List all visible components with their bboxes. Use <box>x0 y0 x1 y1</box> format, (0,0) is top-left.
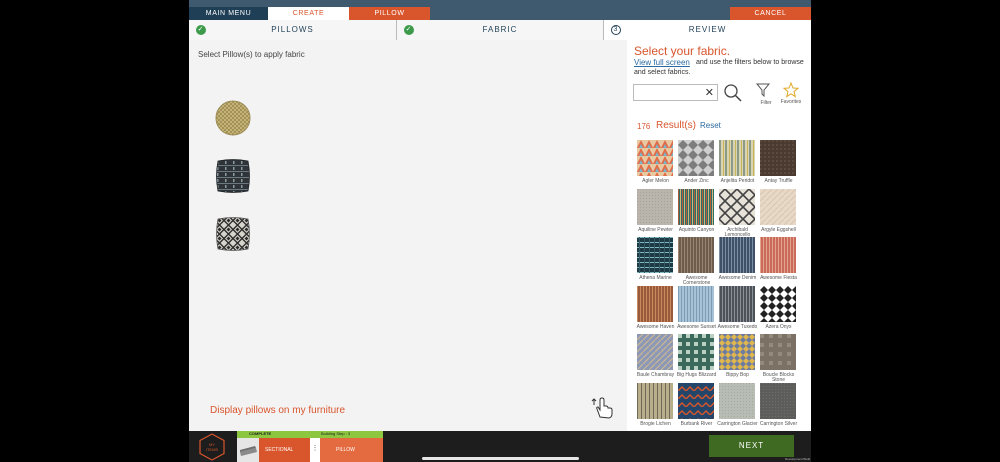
filter-icon <box>755 83 771 98</box>
svg-text:ITEMS: ITEMS <box>206 447 219 452</box>
touch-hand-icon <box>591 397 613 419</box>
fabric-swatch[interactable] <box>637 286 673 322</box>
fabric-name: Awesome Fiesta <box>760 275 797 281</box>
reset-link[interactable]: Reset <box>700 121 721 130</box>
select-fabric-title: Select your fabric. <box>634 44 731 58</box>
fabric-swatch[interactable] <box>637 334 673 370</box>
fabric-swatch[interactable] <box>760 237 796 273</box>
fabric-name: Awesome Sunset <box>677 324 716 330</box>
sectional-thumbnail <box>237 438 259 462</box>
fabric-name: Burbank River <box>680 421 713 427</box>
fabric-name: Awesome Denim <box>718 275 757 281</box>
fabric-name: Awesome Tuxedo <box>717 324 758 330</box>
display-pillows-link[interactable]: Display pillows on my furniture <box>210 405 345 416</box>
fabric-swatch[interactable] <box>637 189 673 225</box>
fabric-name: Ander Zinc <box>684 178 709 184</box>
fabric-swatch[interactable] <box>678 189 714 225</box>
fabric-name: Carrington Silver <box>759 421 798 427</box>
step-fabric[interactable]: ✓ FABRIC <box>397 20 604 40</box>
step-progress: ✓ PILLOWS ✓ FABRIC 3 REVIEW <box>189 20 811 40</box>
fabric-swatch[interactable] <box>719 140 755 176</box>
step-label: PILLOWS <box>271 25 314 34</box>
clear-icon[interactable]: ✕ <box>705 86 714 99</box>
fabric-swatch[interactable] <box>678 286 714 322</box>
results-label: Result(s) <box>656 120 697 131</box>
fabric-search-input[interactable]: ✕ <box>633 84 718 101</box>
favorites-label: Favorites <box>780 99 802 105</box>
fabric-swatch[interactable] <box>760 334 796 370</box>
fabric-name: Awesome Cornerstone <box>682 275 711 286</box>
building-step-label: Building Step : 3 <box>321 431 351 436</box>
fabric-swatch[interactable] <box>637 237 673 273</box>
step-number-badge: 3 <box>611 25 621 35</box>
build-progress-bar: COMPLETE Building Step : 3 <box>237 431 383 438</box>
fabric-swatch[interactable] <box>719 189 755 225</box>
fabric-name: Boucle Blocks Stone <box>762 372 795 383</box>
square-pillow-2[interactable] <box>215 216 251 252</box>
more-options-icon[interactable]: ⋮ <box>310 438 320 462</box>
fabric-swatch[interactable] <box>719 286 755 322</box>
fabric-name: Aquiline Pewter <box>638 227 673 233</box>
favorites-button[interactable]: Favorites <box>779 81 803 105</box>
fabric-name: Baule Chambray <box>636 372 675 378</box>
next-button[interactable]: NEXT <box>709 435 794 457</box>
sectional-label: SECTIONAL <box>265 447 294 453</box>
results-count: 176 <box>637 122 651 131</box>
check-icon: ✓ <box>196 25 206 35</box>
fabric-swatch[interactable] <box>760 383 796 419</box>
top-nav-bar: MAIN MENU CREATE PILLOW CANCEL <box>189 0 811 20</box>
filter-button[interactable]: Filter <box>754 83 772 106</box>
development-build-label: Development Build <box>785 457 811 461</box>
my-items-button[interactable]: MY ITEMS <box>198 433 226 461</box>
step-label: FABRIC <box>482 25 518 34</box>
pillow-tab[interactable]: PILLOW <box>349 7 430 20</box>
fabric-name: Argyle Eggshell <box>761 227 796 233</box>
fabric-swatch[interactable] <box>760 189 796 225</box>
check-icon: ✓ <box>404 25 414 35</box>
pillow-item[interactable]: PILLOW <box>320 438 383 462</box>
complete-label: COMPLETE <box>249 431 272 436</box>
fabric-swatch[interactable] <box>678 140 714 176</box>
cancel-button[interactable]: CANCEL <box>730 7 811 20</box>
fabric-swatch[interactable] <box>678 334 714 370</box>
fabric-panel: Select your fabric. and use the filters … <box>627 40 811 431</box>
sectional-item[interactable]: SECTIONAL <box>237 438 310 462</box>
fabric-name: Awesome Haven <box>636 324 675 330</box>
fabric-name: Athena Marine <box>639 275 672 281</box>
fabric-name: Brogie Lichen <box>640 421 671 427</box>
fabric-name: Anjelita Peridot <box>720 178 755 184</box>
fabric-name: Azera Onyx <box>765 324 792 330</box>
step-review[interactable]: 3 REVIEW <box>604 20 811 40</box>
square-pillow-1[interactable] <box>215 158 251 194</box>
fabric-swatch[interactable] <box>637 383 673 419</box>
bottom-bar: MY ITEMS COMPLETE Building Step : 3 SECT… <box>189 431 811 462</box>
scroll-indicator[interactable] <box>422 457 579 460</box>
fabric-swatch[interactable] <box>760 140 796 176</box>
pillow-item-label: PILLOW <box>336 447 355 453</box>
fabric-swatch[interactable] <box>760 286 796 322</box>
round-pillow[interactable] <box>215 100 251 136</box>
app-window: MAIN MENU CREATE PILLOW CANCEL ✓ PILLOWS… <box>189 0 811 462</box>
pillow-panel: Select Pillow(s) to apply fabric Display… <box>189 40 627 431</box>
star-icon <box>782 81 800 98</box>
fabric-swatch[interactable] <box>637 140 673 176</box>
view-full-screen-link[interactable]: View full screen <box>634 58 690 67</box>
step-pillows[interactable]: ✓ PILLOWS <box>189 20 397 40</box>
fabric-name: Big Hugs Blizzard <box>676 372 717 378</box>
fabric-swatch[interactable] <box>719 334 755 370</box>
fabric-name: Agler Melon <box>642 178 669 184</box>
main-menu-tab[interactable]: MAIN MENU <box>189 7 268 20</box>
fabric-name: Carrington Glacier <box>717 421 758 427</box>
search-icon[interactable] <box>723 83 743 103</box>
fabric-name: Aquinto Canyon <box>678 227 715 233</box>
fabric-name: Antay Truffle <box>764 178 793 184</box>
fabric-swatch[interactable] <box>678 383 714 419</box>
fabric-swatch[interactable] <box>719 383 755 419</box>
pillow-instruction: Select Pillow(s) to apply fabric <box>198 50 305 59</box>
fabric-name: Bippy Bop <box>726 372 749 378</box>
step-label: REVIEW <box>688 25 727 34</box>
create-tab[interactable]: CREATE <box>268 7 349 20</box>
fabric-swatch[interactable] <box>678 237 714 273</box>
fabric-swatch[interactable] <box>719 237 755 273</box>
